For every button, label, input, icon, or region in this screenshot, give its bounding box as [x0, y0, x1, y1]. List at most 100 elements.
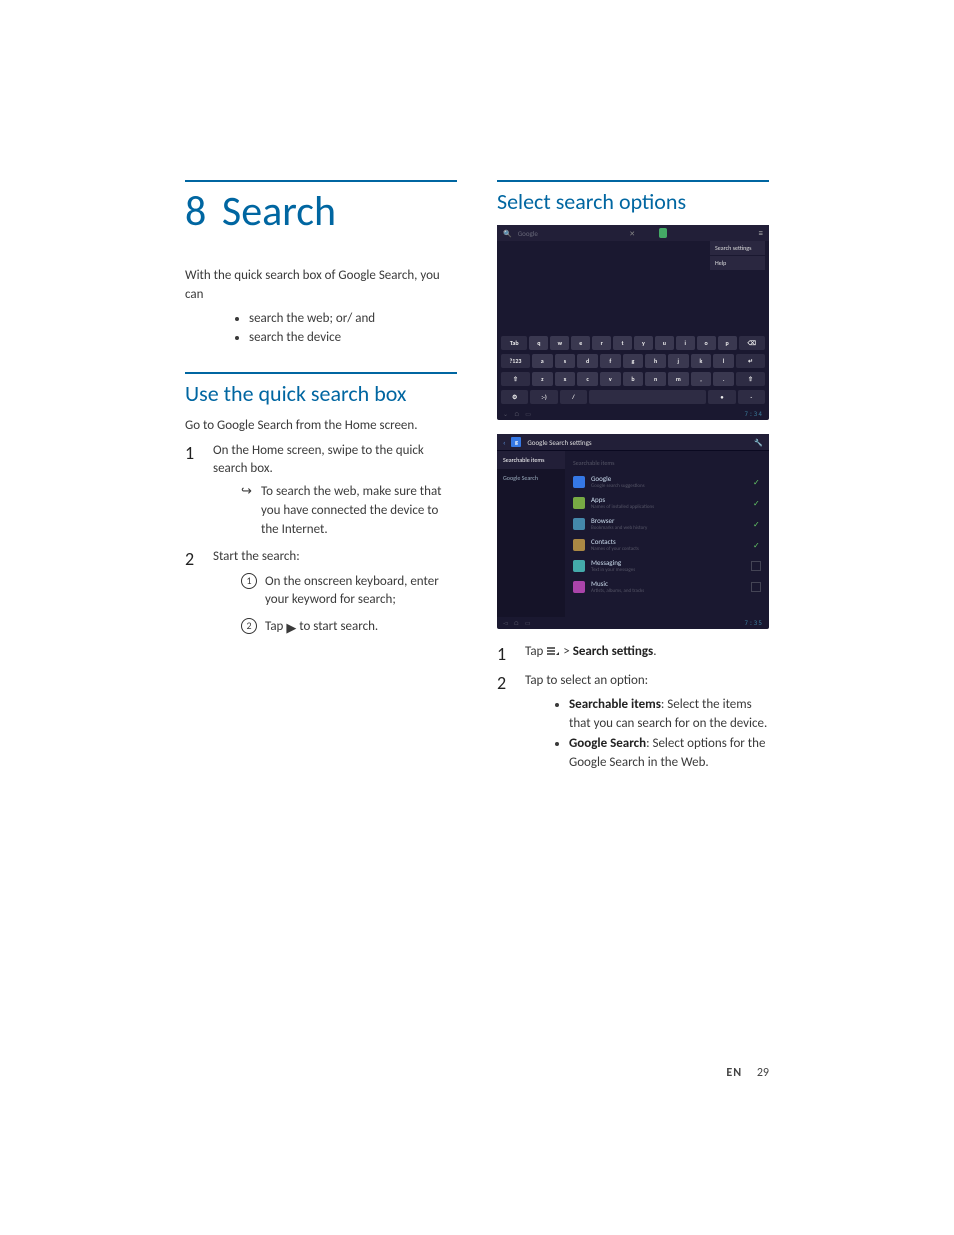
key-x: x [555, 372, 576, 386]
google-icon: g [511, 437, 521, 447]
section1-steps: On the Home screen, swipe to the quick s… [185, 442, 457, 640]
nav-back-icon: ◅ [503, 619, 508, 627]
step-1-note: To search the web, make sure that you ha… [213, 483, 457, 540]
settings-title: Google Search settings [527, 438, 591, 447]
intro-bullets: search the web; or/ and search the devic… [185, 309, 457, 348]
item-desc: Text in your messages [591, 567, 745, 573]
checkbox-icon [751, 582, 761, 592]
key-n: n [645, 372, 666, 386]
key-v: v [600, 372, 621, 386]
clear-icon: ✕ [629, 229, 635, 238]
sidebar-searchable-items: Searchable items [497, 451, 565, 469]
screenshot-search-settings: ‹ g Google Search settings 🔧 Searchable … [497, 434, 769, 629]
status-clock: 7:34 [745, 411, 763, 418]
menu-item-search-settings: Search settings [710, 241, 765, 256]
search-menu-dropdown: Search settings Help [710, 241, 765, 271]
status-clock: 7:35 [745, 620, 763, 627]
key-↵: ↵ [736, 354, 765, 368]
step-1-text: On the Home screen, swipe to the quick s… [213, 443, 424, 477]
checkbox-icon [753, 478, 761, 486]
menu-item-help: Help [710, 256, 765, 271]
key-Tab: Tab [501, 336, 527, 350]
list-item: AppsNames of installed applications [565, 492, 769, 513]
chapter-heading: 8 Search [185, 180, 457, 237]
nav-recent-icon: ▭ [525, 619, 531, 627]
app-icon [573, 560, 585, 572]
key-o: o [697, 336, 716, 350]
nav-home-icon: ⌂ [514, 619, 519, 627]
key-space [589, 390, 706, 404]
key-p: p [718, 336, 737, 350]
item-name: Google [591, 474, 747, 483]
key-j: j [668, 354, 689, 368]
step-1: On the Home screen, swipe to the quick s… [185, 442, 457, 540]
settings-sidebar: Searchable items Google Search [497, 451, 565, 617]
step-2: Start the search: On the onscreen keyboa… [185, 548, 457, 639]
search-placeholder: Google [518, 229, 538, 238]
chapter-title-text: Search [222, 186, 336, 237]
search-settings-label: Search settings [573, 644, 654, 659]
menu-icon [546, 645, 560, 664]
key-dash: - [738, 390, 765, 404]
key-r: r [592, 336, 611, 350]
nav-home-icon: ⌂ [514, 410, 519, 418]
section1-lead: Go to Google Search from the Home screen… [185, 417, 457, 436]
key-m: m [668, 372, 689, 386]
key-c: c [577, 372, 598, 386]
key-k: k [691, 354, 712, 368]
app-icon [573, 518, 585, 530]
page-footer: EN 29 [726, 1066, 769, 1080]
section-heading-quick-search: Use the quick search box [185, 372, 457, 407]
app-icon [573, 581, 585, 593]
searchable-items-list: Searchable items GoogleGoogle search sug… [565, 451, 769, 617]
key-i: i [676, 336, 695, 350]
wrench-icon: 🔧 [754, 438, 763, 447]
key-g: g [623, 354, 644, 368]
play-icon: ▶ [286, 620, 296, 639]
key-u: u [655, 336, 674, 350]
list-item: MusicArtists, albums, and tracks [565, 576, 769, 597]
onscreen-keyboard: Tabqwertyuiop⌫ ?123asdfghjkl↵ ⇧zxcvbnm,.… [497, 334, 769, 406]
key-s: s [555, 354, 576, 368]
item-desc: Google search suggestions [591, 483, 747, 489]
key-a: a [532, 354, 553, 368]
substep-1: On the onscreen keyboard, enter your key… [213, 573, 457, 611]
key-w: w [550, 336, 569, 350]
key-t: t [613, 336, 632, 350]
substep-2: Tap ▶ to start search. [213, 618, 457, 639]
key-slash: / [560, 390, 587, 404]
intro-bullet: search the web; or/ and [249, 309, 457, 329]
app-icon [573, 476, 585, 488]
key-y: y [634, 336, 653, 350]
key-b: b [623, 372, 644, 386]
step-1-search-settings: Tap > Search settings. [497, 643, 769, 664]
list-item: BrowserBookmarks and web history [565, 513, 769, 534]
section-heading-select-options: Select search options [497, 180, 769, 215]
sidebar-google-search: Google Search [497, 469, 565, 487]
key-,: , [691, 372, 712, 386]
key-⇧: ⇧ [501, 372, 530, 386]
key-q: q [529, 336, 548, 350]
key-z: z [532, 372, 553, 386]
key-⇧: ⇧ [736, 372, 765, 386]
step-2-text: Start the search: [213, 549, 300, 564]
step-2-substeps: On the onscreen keyboard, enter your key… [213, 573, 457, 640]
item-name: Contacts [591, 537, 747, 546]
nav-back-icon: ⌄ [503, 410, 508, 418]
footer-page-number: 29 [757, 1066, 769, 1080]
key-f: f [600, 354, 621, 368]
checkbox-icon [753, 520, 761, 528]
nav-recent-icon: ▭ [525, 410, 531, 418]
back-icon: ‹ [503, 438, 505, 447]
key-e: e [571, 336, 590, 350]
option-searchable-items: Searchable items: Select the items that … [569, 695, 769, 734]
chapter-number: 8 [185, 186, 206, 237]
intro-lead: With the quick search box of Google Sear… [185, 267, 457, 305]
key-⌫: ⌫ [739, 336, 765, 350]
mic-icon [659, 228, 667, 238]
key-emoji: :-) [530, 390, 557, 404]
list-header: Searchable items [565, 455, 769, 471]
key-.: . [713, 372, 734, 386]
footer-lang: EN [726, 1066, 742, 1080]
item-name: Apps [591, 495, 747, 504]
